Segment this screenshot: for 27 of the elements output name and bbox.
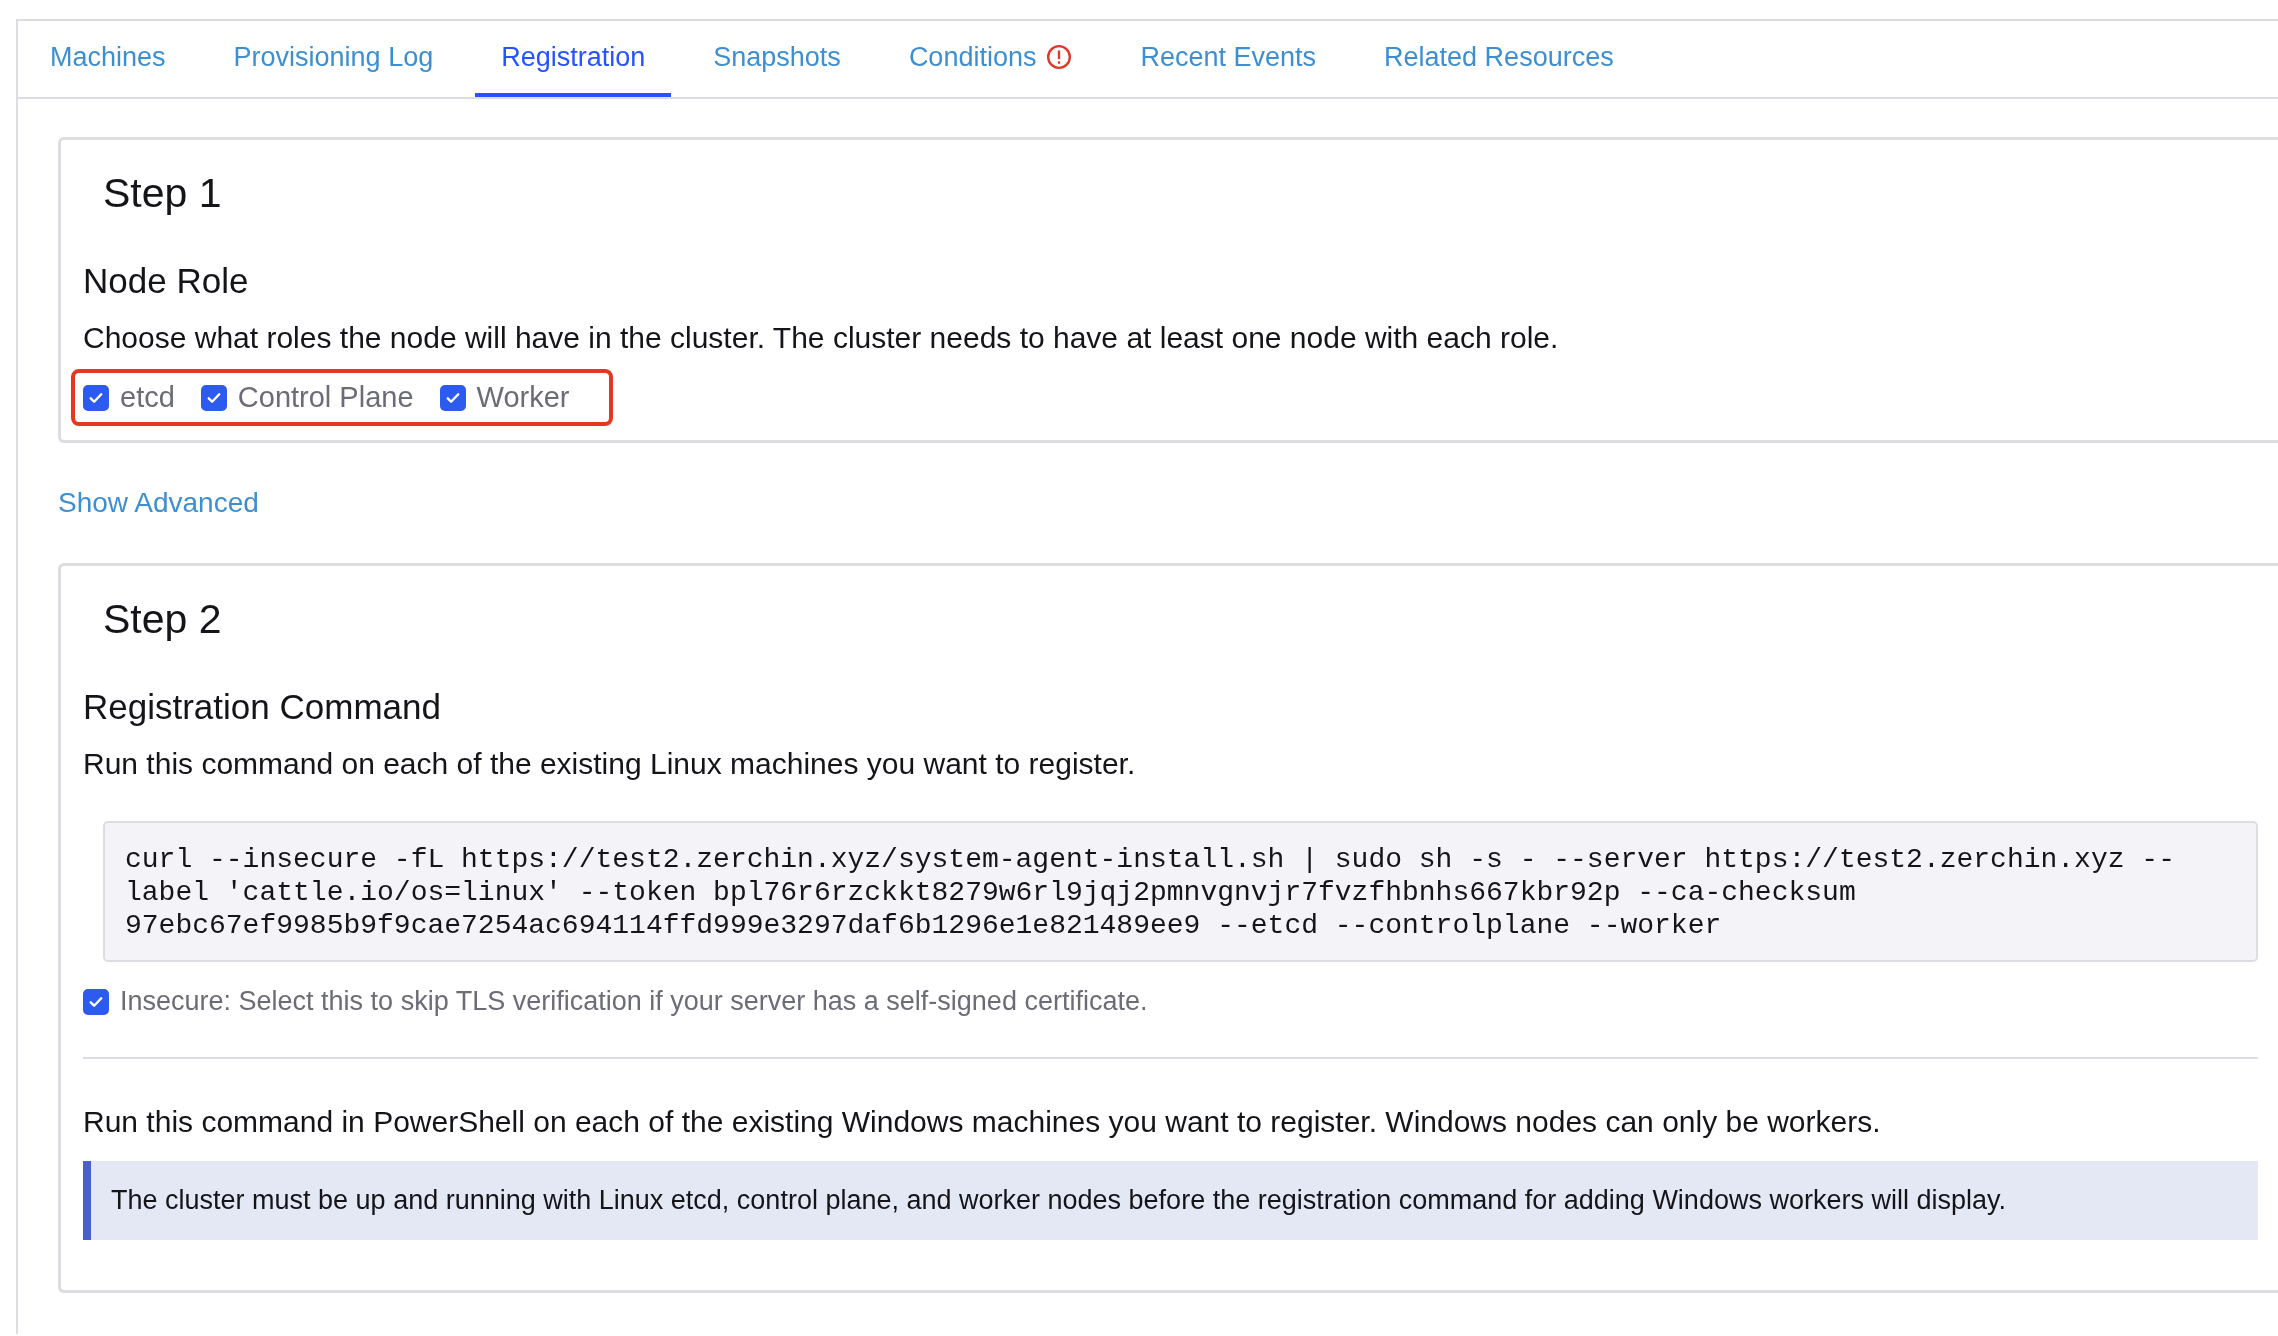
command-line: label 'cattle.io/os=linux' --token bpl76r6rzckkt8279w6rl9jqj2pmnvgnvjr7fvzfhbnhs667kbr92p --ca-checksum (125, 876, 1856, 909)
tab[interactable]: Conditions (882, 21, 1099, 97)
checkbox-label: Worker (476, 381, 570, 414)
description: Run this command in PowerShell on each of the existing Windows machines you want to register. Windows nodes can only be workers. (83, 1105, 1882, 1139)
checkbox-label: etcd (120, 381, 175, 414)
tab[interactable]: Registration (475, 21, 672, 97)
step-title: Step 2 (103, 596, 223, 643)
section-heading: Registration Command (83, 687, 442, 727)
tab[interactable]: Related Resources (1358, 21, 1640, 97)
step-title: Step 1 (103, 170, 223, 217)
banner-text: The cluster must be up and running with Linux etcd, control plane, and worker nodes before the registration command for adding Windows workers will display. (111, 1185, 2006, 1215)
checkbox-label: Control Plane (237, 381, 414, 414)
tab[interactable]: Recent Events (1114, 21, 1343, 97)
description: Choose what roles the node will have in the cluster. The cluster needs to have at least one node with each role. (83, 321, 1560, 355)
command-line: curl --insecure -fL https://test2.zerchin.xyz/system-agent-install.sh | sudo sh -s - --server https://test2.zerchin.xyz -- (125, 843, 2175, 876)
checkbox[interactable] (200, 384, 227, 411)
tab[interactable]: Machines (24, 21, 192, 97)
tab[interactable]: Snapshots (687, 21, 867, 97)
command-line: 97ebc67ef9985b9f9cae7254ac694114ffd999e3297daf6b1296e1e821489ee9 --etcd --controlplane --worker (125, 909, 1722, 942)
description: Run this command on each of the existing Linux machines you want to register. (83, 747, 1137, 781)
checkbox-label: Insecure: Select this to skip TLS verification if your server has a self-signed certificate. (120, 986, 1148, 1017)
checkbox[interactable] (83, 384, 109, 411)
checkbox[interactable] (83, 988, 109, 1015)
section-heading: Node Role (83, 261, 250, 301)
show-advanced-link[interactable]: Show Advanced (58, 487, 2278, 519)
checkbox[interactable] (439, 384, 466, 411)
tab[interactable]: Provisioning Log (207, 21, 460, 97)
